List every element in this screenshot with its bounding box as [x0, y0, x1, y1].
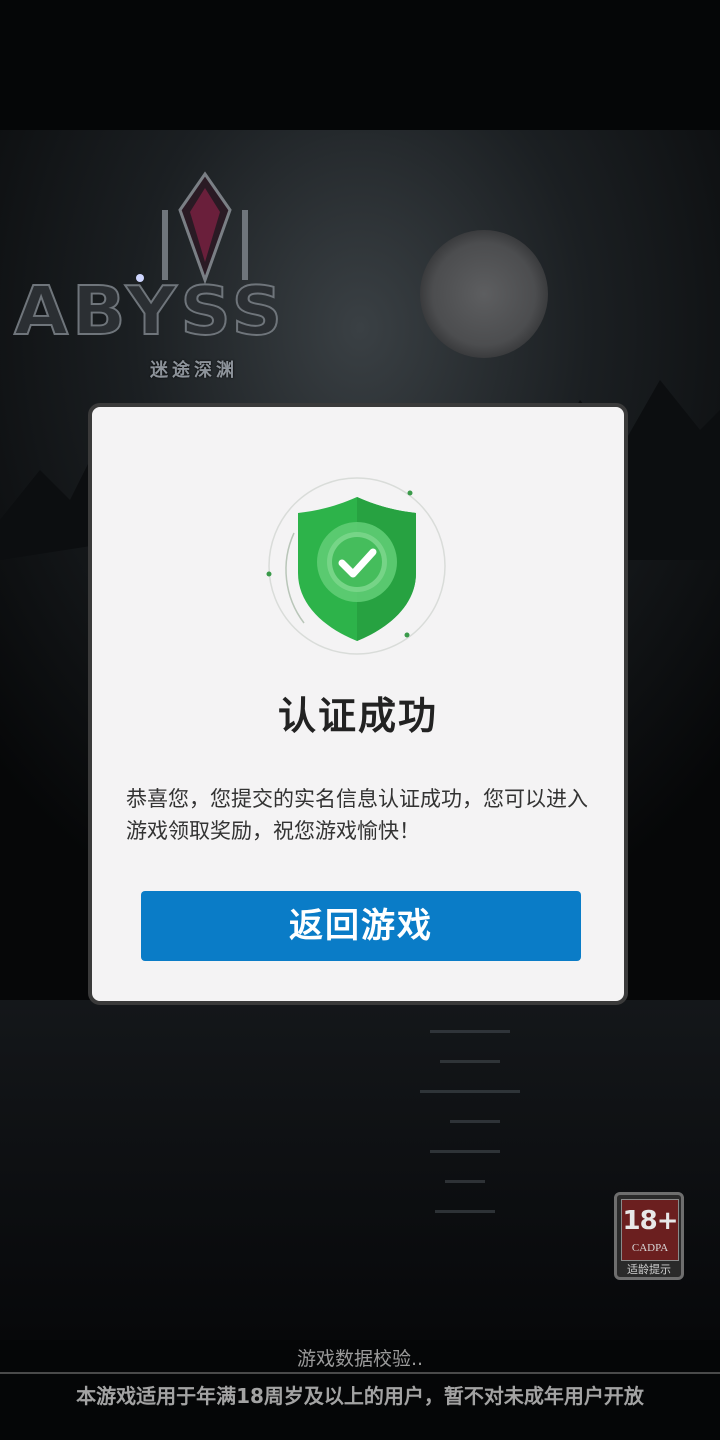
logo-wordmark: ABYSS [13, 271, 287, 351]
age-notice: 本游戏适用于年满18周岁及以上的用户，暂不对未成年用户开放 [76, 1384, 644, 1408]
age-rating-number: 18+ [622, 1206, 679, 1236]
age-rating-badge[interactable]: 18+ CADPA 适龄提示 [614, 1192, 684, 1280]
game-launch-screen: ABYSS 迷途深渊 认证成功 恭喜您，您提交的实名信息认证成功，您可以进入游戏… [0, 0, 720, 1440]
logo-subtitle: 迷途深渊 [150, 360, 238, 381]
age-rating-panel: 18+ CADPA [621, 1199, 679, 1261]
return-to-game-button[interactable]: 返回游戏 [141, 891, 581, 961]
footer-divider [0, 1372, 720, 1374]
verification-success-dialog: 认证成功 恭喜您，您提交的实名信息认证成功，您可以进入游戏领取奖励，祝您游戏愉快… [88, 403, 628, 1005]
dialog-title: 认证成功 [277, 694, 438, 738]
dialog-message: 恭喜您，您提交的实名信息认证成功，您可以进入游戏领取奖励，祝您游戏愉快！ [126, 787, 588, 843]
age-rating-label: 适龄提示 [627, 1263, 671, 1276]
age-rating-org: CADPA [631, 1242, 669, 1254]
loading-status: 游戏数据校验.. [296, 1348, 424, 1370]
shield-check-icon [264, 473, 450, 659]
